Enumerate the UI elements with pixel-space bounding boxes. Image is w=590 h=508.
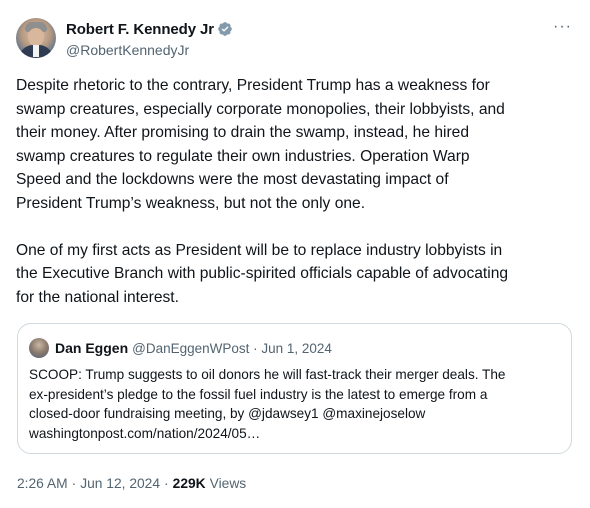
meta-separator: · bbox=[71, 476, 77, 491]
views-count[interactable]: 229K bbox=[173, 476, 206, 491]
quoted-post[interactable]: Dan Eggen @DanEggenWPost · Jun 1, 2024 S… bbox=[17, 323, 572, 454]
more-options-icon[interactable]: ··· bbox=[553, 19, 572, 35]
author-avatar[interactable] bbox=[16, 18, 56, 58]
post-card: Robert F. Kennedy Jr @RobertKennedyJr ··… bbox=[0, 0, 590, 508]
meta-separator: · bbox=[164, 476, 169, 491]
avatar-shirt-shape bbox=[33, 45, 39, 57]
post-header: Robert F. Kennedy Jr @RobertKennedyJr ··… bbox=[16, 16, 574, 62]
post-time[interactable]: 2:26 AM bbox=[17, 476, 68, 491]
post-meta: 2:26 AM · Jun 12, 2024 · 229K Views bbox=[17, 476, 246, 491]
author-display-name[interactable]: Robert F. Kennedy Jr bbox=[66, 21, 214, 38]
avatar-face-shape bbox=[28, 28, 44, 46]
post-date[interactable]: Jun 12, 2024 bbox=[80, 476, 160, 491]
quoted-author-avatar bbox=[29, 338, 49, 358]
display-name-row: Robert F. Kennedy Jr bbox=[66, 19, 233, 39]
views-label: Views bbox=[209, 476, 247, 491]
verified-badge-icon[interactable] bbox=[217, 21, 233, 37]
quoted-author-name: Dan Eggen bbox=[55, 340, 129, 356]
author-names: Robert F. Kennedy Jr @RobertKennedyJr bbox=[66, 19, 233, 58]
quoted-post-text: SCOOP: Trump suggests to oil donors he w… bbox=[29, 367, 506, 441]
quoted-post-header: Dan Eggen @DanEggenWPost · Jun 1, 2024 bbox=[29, 338, 332, 358]
post-text: Despite rhetoric to the contrary, Presid… bbox=[16, 77, 509, 306]
quoted-author-handle-date: @DanEggenWPost · Jun 1, 2024 bbox=[132, 340, 332, 356]
author-handle[interactable]: @RobertKennedyJr bbox=[66, 42, 233, 58]
